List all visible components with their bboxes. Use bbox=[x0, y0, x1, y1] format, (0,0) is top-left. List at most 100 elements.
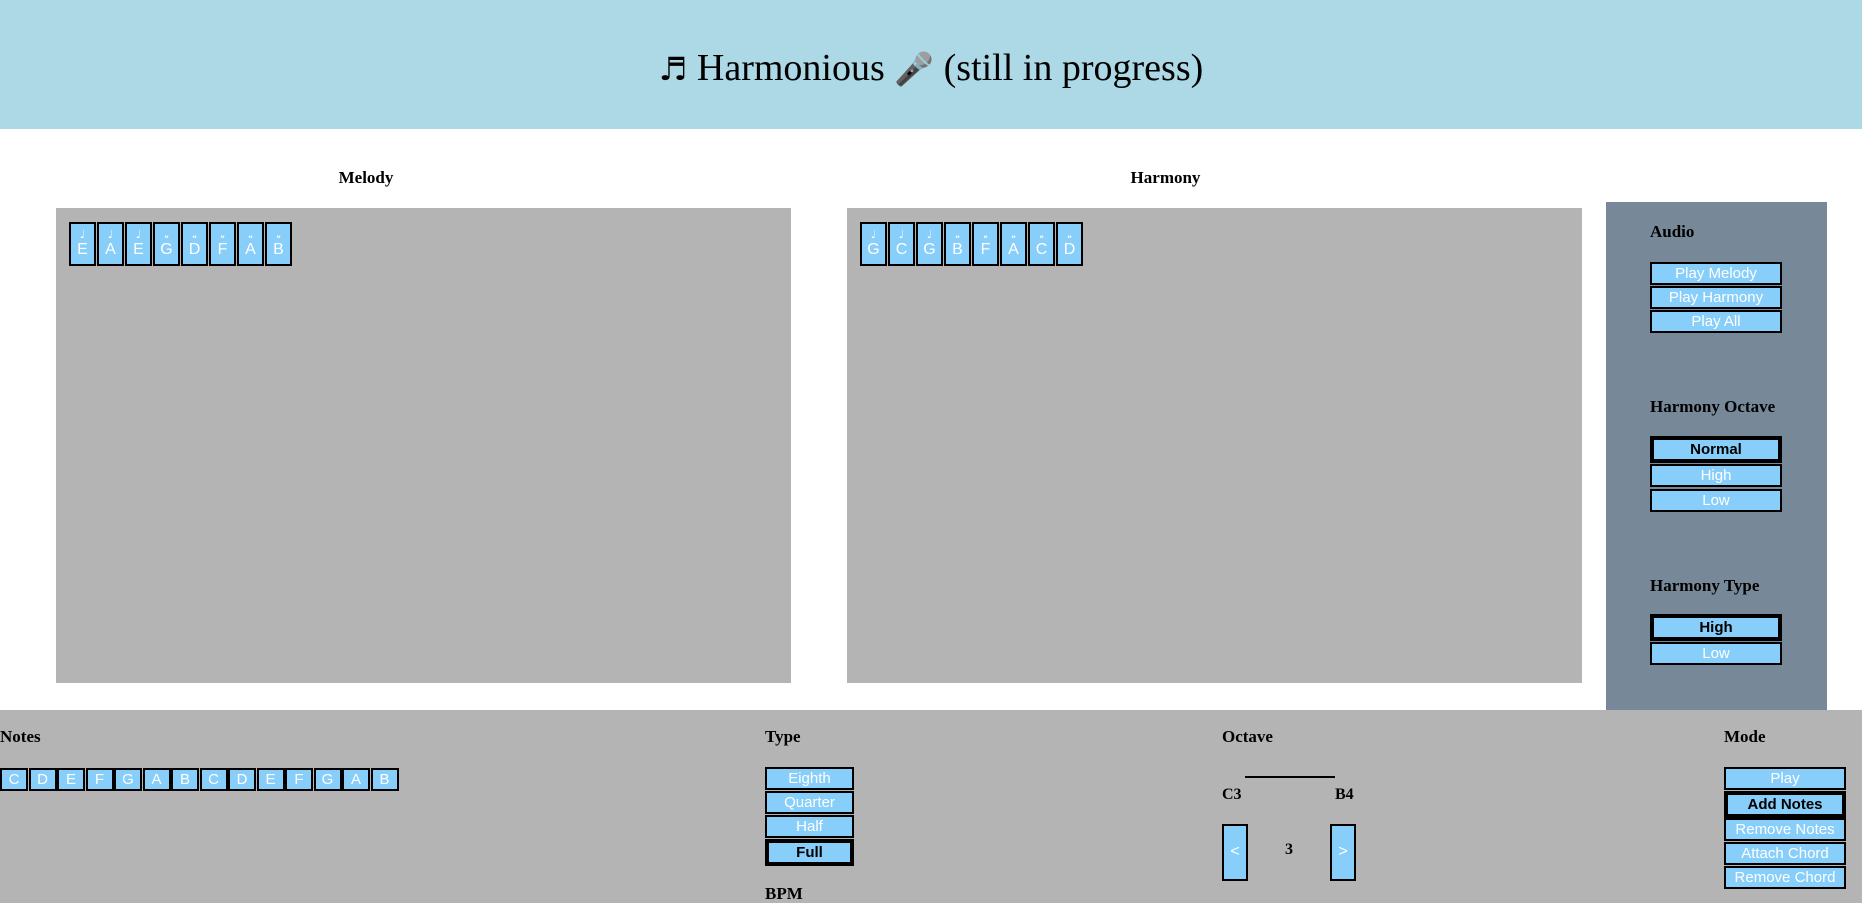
melody-note-tile[interactable]: 𝅝 D bbox=[181, 222, 208, 266]
melody-note-tile[interactable]: 𝅝 G bbox=[153, 222, 180, 266]
harmony-octave-title: Harmony Octave bbox=[1650, 397, 1776, 416]
note-name: D bbox=[1063, 241, 1076, 258]
mode-add-notes-button[interactable]: Add Notes bbox=[1724, 791, 1846, 818]
note-symbol-icon: ♩ bbox=[135, 228, 142, 241]
harmony-type-low-button[interactable]: Low bbox=[1650, 642, 1782, 665]
octave-high-label: B4 bbox=[1335, 786, 1354, 803]
harmony-staff[interactable]: ♩ G ♩ C ♩ G 𝅝 B 𝅝 F 𝅝 A 𝅝 C 𝅝 D bbox=[847, 208, 1582, 683]
app-title-text: Harmonious bbox=[696, 47, 885, 89]
harmony-note-tile[interactable]: ♩ G bbox=[916, 222, 943, 266]
note-name: C bbox=[1035, 241, 1048, 258]
note-name: G bbox=[923, 241, 936, 258]
note-type-eighth-button[interactable]: Eighth bbox=[765, 767, 854, 790]
note-symbol-icon: ♩ bbox=[898, 228, 905, 241]
note-key-f[interactable]: F bbox=[85, 768, 114, 791]
note-key-b[interactable]: B bbox=[370, 768, 399, 791]
music-note-icon: ♬ bbox=[658, 50, 688, 88]
octave-next-button[interactable]: > bbox=[1330, 824, 1356, 881]
melody-note-tile[interactable]: 𝅝 A bbox=[237, 222, 264, 266]
mode-play-button[interactable]: Play bbox=[1724, 767, 1846, 790]
harmony-note-tile[interactable]: ♩ G bbox=[860, 222, 887, 266]
note-name: D bbox=[188, 241, 201, 258]
note-type-quarter-button[interactable]: Quarter bbox=[765, 791, 854, 814]
app-subtitle: (still in progress) bbox=[943, 47, 1204, 89]
note-symbol-icon: ♩ bbox=[79, 228, 86, 241]
melody-note-tile[interactable]: 𝅝 F bbox=[209, 222, 236, 266]
note-symbol-icon: ♩ bbox=[107, 228, 114, 241]
audio-play-all-button[interactable]: Play All bbox=[1650, 310, 1782, 333]
harmony-note-tile[interactable]: ♩ C bbox=[888, 222, 915, 266]
note-symbol-icon: 𝅝 bbox=[192, 228, 197, 241]
note-symbol-icon: 𝅝 bbox=[983, 228, 988, 241]
mode-remove-notes-button[interactable]: Remove Notes bbox=[1724, 818, 1846, 841]
audio-play-harmony-button[interactable]: Play Harmony bbox=[1650, 286, 1782, 309]
harmony-note-tile[interactable]: 𝅝 C bbox=[1028, 222, 1055, 266]
harmony-note-tile[interactable]: 𝅝 A bbox=[1000, 222, 1027, 266]
note-symbol-icon: 𝅝 bbox=[248, 228, 253, 241]
note-name: E bbox=[77, 241, 88, 258]
app-header: ♬ Harmonious 🎤 (still in progress) bbox=[0, 0, 1862, 129]
octave-title: Octave bbox=[1222, 727, 1273, 746]
harmony-title: Harmony bbox=[1130, 168, 1201, 187]
note-type-full-button[interactable]: Full bbox=[765, 839, 854, 866]
harmony-octave-low-button[interactable]: Low bbox=[1650, 489, 1782, 512]
app-title: ♬ Harmonious 🎤 (still in progress) bbox=[0, 44, 1862, 93]
bpm-label: BPM bbox=[765, 884, 803, 903]
note-name: F bbox=[217, 241, 228, 258]
harmony-type-high-button[interactable]: High bbox=[1650, 614, 1782, 641]
note-symbol-icon: 𝅝 bbox=[1011, 228, 1016, 241]
note-key-c[interactable]: C bbox=[0, 768, 28, 791]
note-key-c[interactable]: C bbox=[199, 768, 228, 791]
harmony-type-title: Harmony Type bbox=[1650, 576, 1760, 595]
control-panel: Audio Play Melody Play Harmony Play All Ha… bbox=[1606, 202, 1827, 710]
note-symbol-icon: 𝅝 bbox=[220, 228, 225, 241]
note-name: A bbox=[245, 241, 256, 258]
note-name: G bbox=[867, 241, 880, 258]
note-key-g[interactable]: G bbox=[313, 768, 342, 791]
note-key-a[interactable]: A bbox=[342, 768, 370, 791]
melody-note-tile[interactable]: ♩ A bbox=[97, 222, 124, 266]
melody-note-tile[interactable]: 𝅝 B bbox=[265, 222, 292, 266]
harmony-octave-high-button[interactable]: High bbox=[1650, 464, 1782, 487]
octave-range-line bbox=[1245, 776, 1335, 778]
microphone-icon: 🎤 bbox=[894, 50, 935, 88]
mode-attach-chord-button[interactable]: Attach Chord bbox=[1724, 842, 1846, 865]
type-title: Type bbox=[765, 727, 801, 746]
note-key-g[interactable]: G bbox=[114, 768, 142, 791]
note-symbol-icon: 𝅝 bbox=[164, 228, 169, 241]
note-name: B bbox=[952, 241, 963, 258]
note-name: G bbox=[160, 241, 173, 258]
mode-remove-chord-button[interactable]: Remove Chord bbox=[1724, 866, 1846, 889]
note-key-d[interactable]: D bbox=[228, 768, 256, 791]
melody-staff[interactable]: ♩ E ♩ A ♩ E 𝅝 G 𝅝 D 𝅝 F 𝅝 A 𝅝 B bbox=[56, 208, 791, 683]
note-key-a[interactable]: A bbox=[142, 768, 171, 791]
note-key-e[interactable]: E bbox=[57, 768, 85, 791]
note-key-d[interactable]: D bbox=[28, 768, 57, 791]
octave-value: 3 bbox=[1285, 841, 1293, 858]
harmony-note-tile[interactable]: 𝅝 F bbox=[972, 222, 999, 266]
audio-play-melody-button[interactable]: Play Melody bbox=[1650, 262, 1782, 285]
note-symbol-icon: 𝅝 bbox=[276, 228, 281, 241]
note-type-half-button[interactable]: Half bbox=[765, 815, 854, 838]
note-key-e[interactable]: E bbox=[256, 768, 285, 791]
note-name: A bbox=[105, 241, 116, 258]
melody-note-tile[interactable]: ♩ E bbox=[69, 222, 96, 266]
octave-low-label: C3 bbox=[1222, 786, 1242, 803]
note-symbol-icon: ♩ bbox=[870, 228, 877, 241]
melody-title: Melody bbox=[338, 168, 394, 187]
audio-title: Audio bbox=[1650, 222, 1695, 241]
note-symbol-icon: 𝅝 bbox=[955, 228, 960, 241]
mode-title: Mode bbox=[1724, 727, 1766, 746]
harmony-note-tile[interactable]: 𝅝 D bbox=[1056, 222, 1083, 266]
note-symbol-icon: ♩ bbox=[926, 228, 933, 241]
octave-prev-button[interactable]: < bbox=[1222, 824, 1248, 881]
harmony-octave-normal-button[interactable]: Normal bbox=[1650, 436, 1782, 463]
melody-note-tile[interactable]: ♩ E bbox=[125, 222, 152, 266]
harmony-note-tile[interactable]: 𝅝 B bbox=[944, 222, 971, 266]
note-name: C bbox=[895, 241, 908, 258]
note-key-f[interactable]: F bbox=[285, 768, 313, 791]
note-name: F bbox=[980, 241, 991, 258]
note-name: E bbox=[133, 241, 144, 258]
bottom-toolbar: Notes CDEFGABCDEFGAB Type Eighth Quarter H… bbox=[0, 710, 1862, 903]
note-key-b[interactable]: B bbox=[171, 768, 199, 791]
